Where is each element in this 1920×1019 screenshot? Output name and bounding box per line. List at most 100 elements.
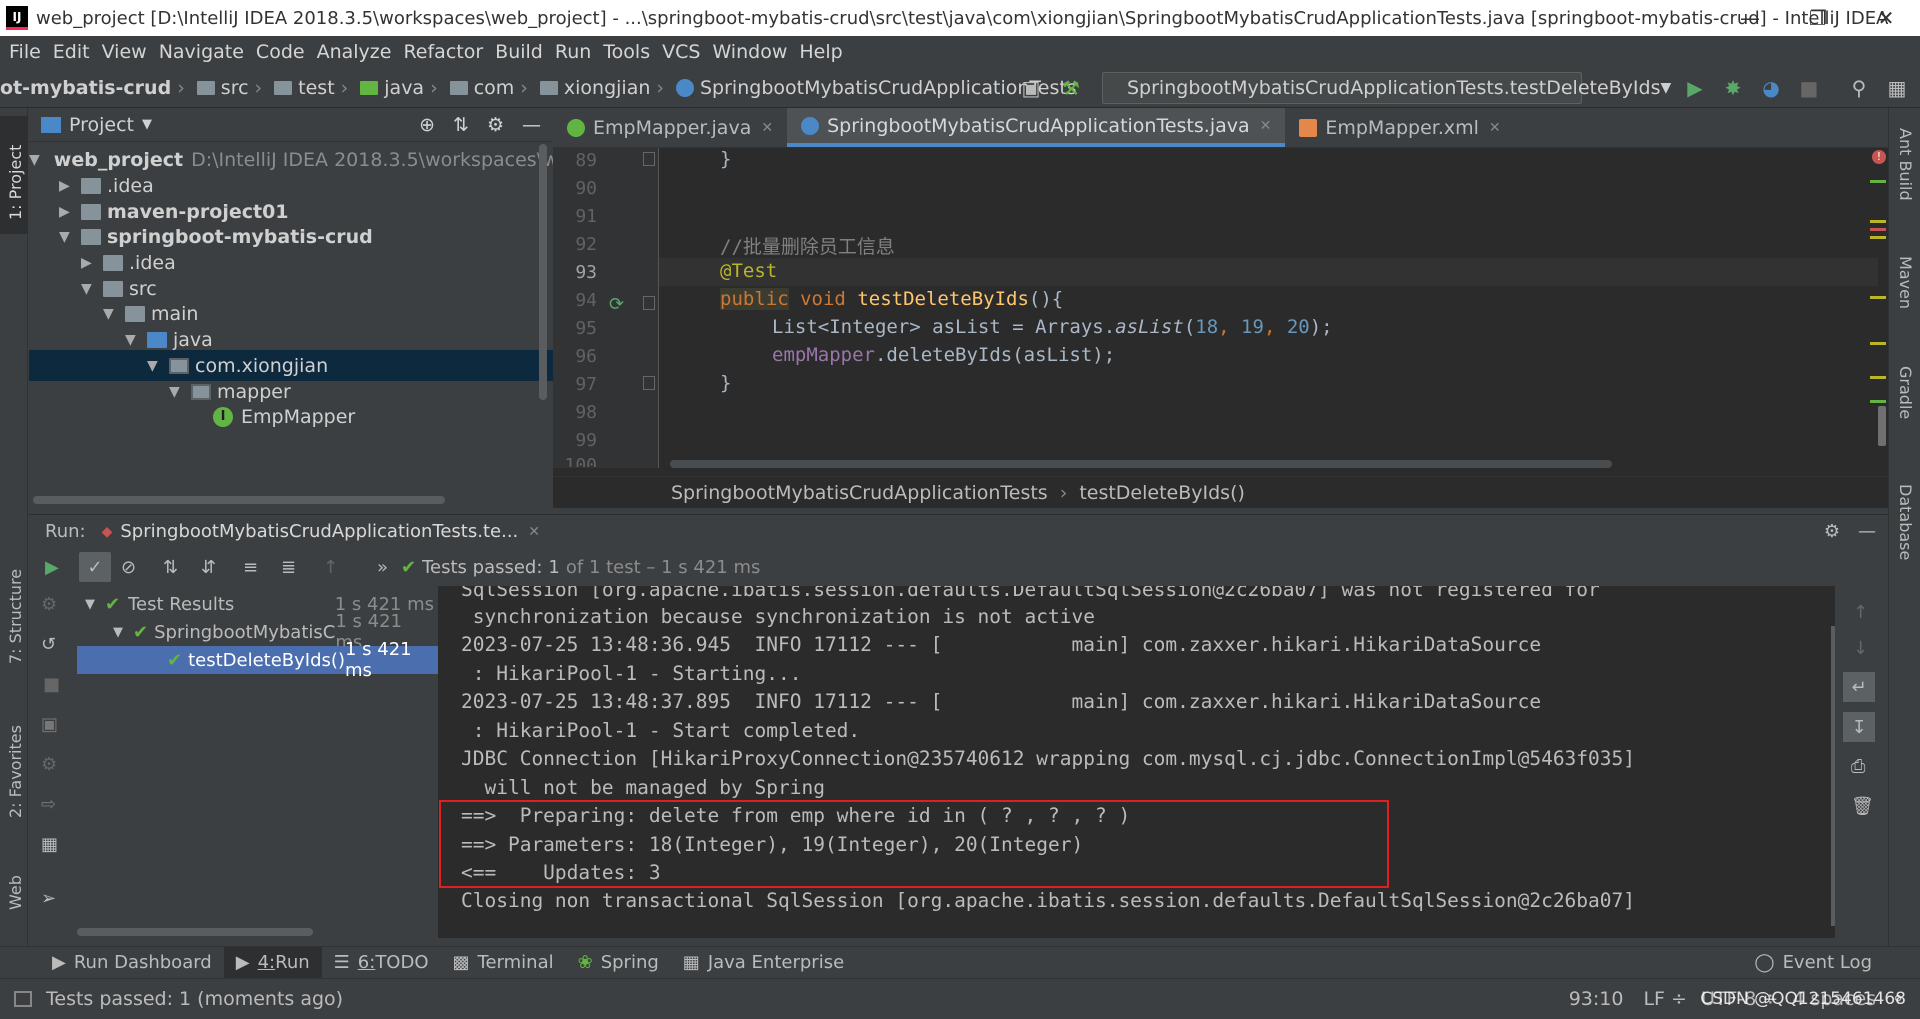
close-icon[interactable]: ✕	[1852, 0, 1920, 36]
tree-horizontal-scrollbar[interactable]	[33, 496, 445, 504]
console-output[interactable]: SqlSession [org.apache.ibatis.session.de…	[439, 586, 1835, 938]
test-method-node[interactable]: ✔ testDeleteByIds() 1 s 421 ms	[77, 639, 438, 681]
menu-help[interactable]: Help	[799, 41, 842, 63]
caret-position[interactable]: 93:10	[1569, 988, 1624, 1010]
menu-run[interactable]: Run	[555, 41, 591, 63]
stop-icon[interactable]: ■	[43, 674, 60, 695]
expanded-arrow-icon[interactable]: ▼	[147, 358, 161, 374]
tab-run[interactable]: ▶ 4: Run	[223, 946, 322, 979]
tab-empmapper-xml[interactable]: EmpMapper.xml ✕	[1285, 108, 1514, 147]
minimize-icon[interactable]: —	[1716, 0, 1784, 36]
code-line-89[interactable]: }	[720, 148, 731, 170]
project-structure-icon[interactable]: ▣	[1018, 75, 1044, 101]
expand-all-icon[interactable]: ≡	[243, 557, 267, 578]
hide-icon[interactable]: —	[522, 114, 541, 136]
expanded-arrow-icon[interactable]: ▼	[125, 332, 139, 348]
run-configuration-select[interactable]: SpringbootMybatisCrudApplicationTests.te…	[1102, 72, 1671, 104]
expanded-arrow-icon[interactable]: ▼	[85, 597, 95, 612]
menu-navigate[interactable]: Navigate	[159, 41, 244, 63]
menu-tools[interactable]: Tools	[603, 41, 650, 63]
tab-run-dashboard[interactable]: ▶ Run Dashboard	[40, 947, 224, 979]
tab-todo[interactable]: ☰ 6: TODO	[322, 947, 441, 979]
code-line-93[interactable]: @Test	[720, 260, 777, 282]
down-arrow-icon[interactable]: ↓	[1853, 638, 1868, 659]
tab-terminal[interactable]: ▩ Terminal	[441, 947, 566, 979]
settings-icon[interactable]: ⚙	[41, 754, 57, 775]
collapse-all-icon[interactable]: ≣	[281, 557, 305, 578]
menu-window[interactable]: Window	[712, 41, 787, 63]
sort-duration-icon[interactable]: ⇵	[201, 557, 225, 578]
fold-icon[interactable]	[643, 296, 655, 310]
stop-icon[interactable]: ■	[1796, 75, 1822, 101]
line-separator[interactable]: LF ÷	[1643, 988, 1686, 1010]
expanded-arrow-icon[interactable]: ▼	[29, 152, 40, 168]
tab-event-log[interactable]: ◯ Event Log	[1742, 947, 1884, 979]
breadcrumb-java[interactable]: java	[384, 77, 424, 99]
collapsed-arrow-icon[interactable]: ▶	[59, 178, 73, 194]
code-line-96[interactable]: empMapper.deleteByIds(asList);	[772, 344, 1115, 366]
scroll-to-end-icon[interactable]: ↧	[1843, 712, 1875, 742]
breadcrumb-com[interactable]: com	[474, 77, 515, 99]
fold-icon[interactable]	[643, 376, 655, 390]
crumb-method[interactable]: testDeleteByIds()	[1079, 482, 1245, 504]
hide-icon[interactable]: —	[1858, 521, 1876, 542]
menu-code[interactable]: Code	[256, 41, 305, 63]
project-view-selector[interactable]: Project	[69, 114, 134, 136]
tool-tab-structure[interactable]: 7: Structure	[6, 569, 25, 664]
previous-failed-icon[interactable]: ↑	[323, 557, 347, 578]
close-icon[interactable]: ✕	[528, 524, 540, 540]
rerun-failed-icon[interactable]: ↺	[41, 634, 56, 655]
show-passed-icon[interactable]: ✓	[79, 552, 111, 582]
menu-analyze[interactable]: Analyze	[317, 41, 392, 63]
toggle-auto-test-icon[interactable]: ⚙	[41, 594, 57, 615]
collapse-all-icon[interactable]: ⇅	[453, 114, 469, 136]
menu-refactor[interactable]: Refactor	[403, 41, 483, 63]
locate-icon[interactable]: ⊕	[419, 114, 435, 136]
rerun-icon[interactable]: ▶	[45, 557, 69, 578]
build-hammer-icon[interactable]: ⚒	[1058, 75, 1084, 101]
collapsed-arrow-icon[interactable]: ▶	[81, 255, 95, 271]
print-icon[interactable]: ⎙	[1851, 756, 1865, 777]
tool-tab-database[interactable]: Database	[1896, 484, 1915, 560]
gear-icon[interactable]: ⚙	[1824, 521, 1840, 542]
status-message[interactable]: Tests passed: 1 (moments ago)	[46, 988, 343, 1010]
editor-horizontal-scrollbar[interactable]	[670, 460, 1612, 468]
tree-scrollbar[interactable]	[539, 144, 547, 400]
pin-icon[interactable]: ➢	[41, 888, 56, 909]
debug-icon[interactable]: ✸	[1720, 75, 1746, 101]
tool-tab-project[interactable]: 1: Project	[6, 145, 25, 220]
tab-empmapper-java[interactable]: EmpMapper.java ✕	[553, 108, 787, 147]
error-indicator-icon[interactable]: !	[1872, 150, 1886, 164]
tool-tab-ant-build[interactable]: Ant Build	[1896, 128, 1915, 201]
coverage-icon[interactable]: ◕	[1758, 75, 1784, 101]
code-line-95[interactable]: List<Integer> asList = Arrays.asList(18,…	[772, 316, 1333, 338]
close-icon[interactable]: ✕	[761, 120, 773, 136]
breadcrumb-xiongjian[interactable]: xiongjian	[564, 77, 651, 99]
close-icon[interactable]: ✕	[1489, 120, 1501, 136]
show-ignored-icon[interactable]: ⊘	[121, 557, 145, 578]
project-view-icon[interactable]: ▦	[1884, 75, 1910, 101]
gear-icon[interactable]: ⚙	[487, 114, 504, 136]
collapsed-arrow-icon[interactable]: ▶	[59, 204, 73, 220]
run-icon[interactable]: ▶	[1682, 75, 1708, 101]
tab-tests-java[interactable]: SpringbootMybatisCrudApplicationTests.ja…	[787, 108, 1286, 147]
expanded-arrow-icon[interactable]: ▼	[59, 229, 73, 245]
tool-tab-favorites[interactable]: 2: Favorites	[6, 725, 25, 818]
menu-vcs[interactable]: VCS	[662, 41, 700, 63]
sort-alpha-icon[interactable]: ⇅	[163, 557, 187, 578]
breadcrumb-src[interactable]: src	[221, 77, 249, 99]
fold-icon[interactable]	[643, 152, 655, 166]
menu-view[interactable]: View	[102, 41, 147, 63]
trash-icon[interactable]: 🗑	[1851, 796, 1874, 817]
menu-build[interactable]: Build	[495, 41, 543, 63]
up-arrow-icon[interactable]: ↑	[1853, 602, 1868, 623]
tool-window-toggle-icon[interactable]	[14, 991, 32, 1007]
camera-icon[interactable]: ▣	[41, 714, 58, 735]
crumb-class[interactable]: SpringbootMybatisCrudApplicationTests	[671, 482, 1048, 504]
search-icon[interactable]: ⚲	[1846, 75, 1872, 101]
close-icon[interactable]: ✕	[1260, 118, 1272, 134]
soft-wrap-icon[interactable]: ↵	[1843, 672, 1875, 702]
tree-horizontal-scrollbar[interactable]	[77, 928, 313, 936]
tree-item-empmapper[interactable]: I EmpMapper	[29, 401, 553, 432]
chevron-down-icon[interactable]: ▼	[142, 117, 152, 132]
